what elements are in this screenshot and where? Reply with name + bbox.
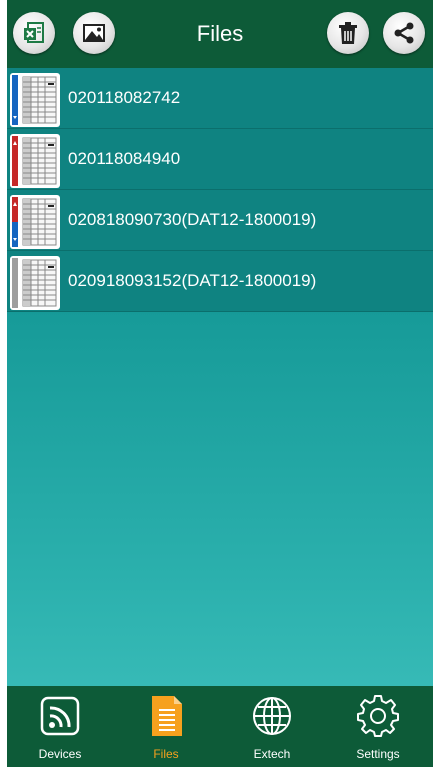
image-icon <box>83 24 105 42</box>
devices-icon <box>40 696 80 736</box>
tab-label: Files <box>153 747 179 761</box>
spreadsheet-file-icon <box>10 134 60 188</box>
gear-icon <box>357 695 399 737</box>
file-name: 020818090730(DAT12-1800019) <box>68 210 317 229</box>
file-row[interactable]: 020918093152(DAT12-1800019) <box>7 251 433 312</box>
file-row[interactable]: 020118084940 <box>7 129 433 190</box>
globe-icon <box>253 697 291 735</box>
file-name: 020118082742 <box>68 88 181 107</box>
files-icon <box>152 696 182 736</box>
tab-extech[interactable]: Extech <box>219 686 325 767</box>
file-name: 020918093152(DAT12-1800019) <box>68 271 317 290</box>
spreadsheet-file-icon <box>10 195 60 249</box>
file-name: 020118084940 <box>68 149 181 168</box>
file-list: 020118082742 020118084940 020818090730(D… <box>7 68 433 312</box>
file-row[interactable]: 020818090730(DAT12-1800019) <box>7 190 433 251</box>
trash-icon <box>339 22 357 44</box>
files-screen: Files 020118082742 020118084940 02081809… <box>7 0 433 767</box>
bottom-nav: Devices Files Extech Settings <box>7 686 433 767</box>
delete-button[interactable] <box>327 12 369 54</box>
spreadsheet-file-icon <box>10 73 60 127</box>
tab-label: Extech <box>253 747 291 761</box>
export-excel-button[interactable] <box>13 12 55 54</box>
tab-files[interactable]: Files <box>113 686 219 767</box>
spreadsheet-file-icon <box>10 256 60 310</box>
file-row[interactable]: 020118082742 <box>7 68 433 129</box>
tab-settings[interactable]: Settings <box>325 686 431 767</box>
share-icon <box>394 22 414 44</box>
tab-label: Settings <box>356 747 400 761</box>
top-bar: Files <box>7 0 433 68</box>
tab-devices[interactable]: Devices <box>7 686 113 767</box>
image-button[interactable] <box>73 12 115 54</box>
share-button[interactable] <box>383 12 425 54</box>
excel-export-icon <box>24 22 44 43</box>
page-title: Files <box>196 21 244 46</box>
tab-label: Devices <box>38 747 82 761</box>
